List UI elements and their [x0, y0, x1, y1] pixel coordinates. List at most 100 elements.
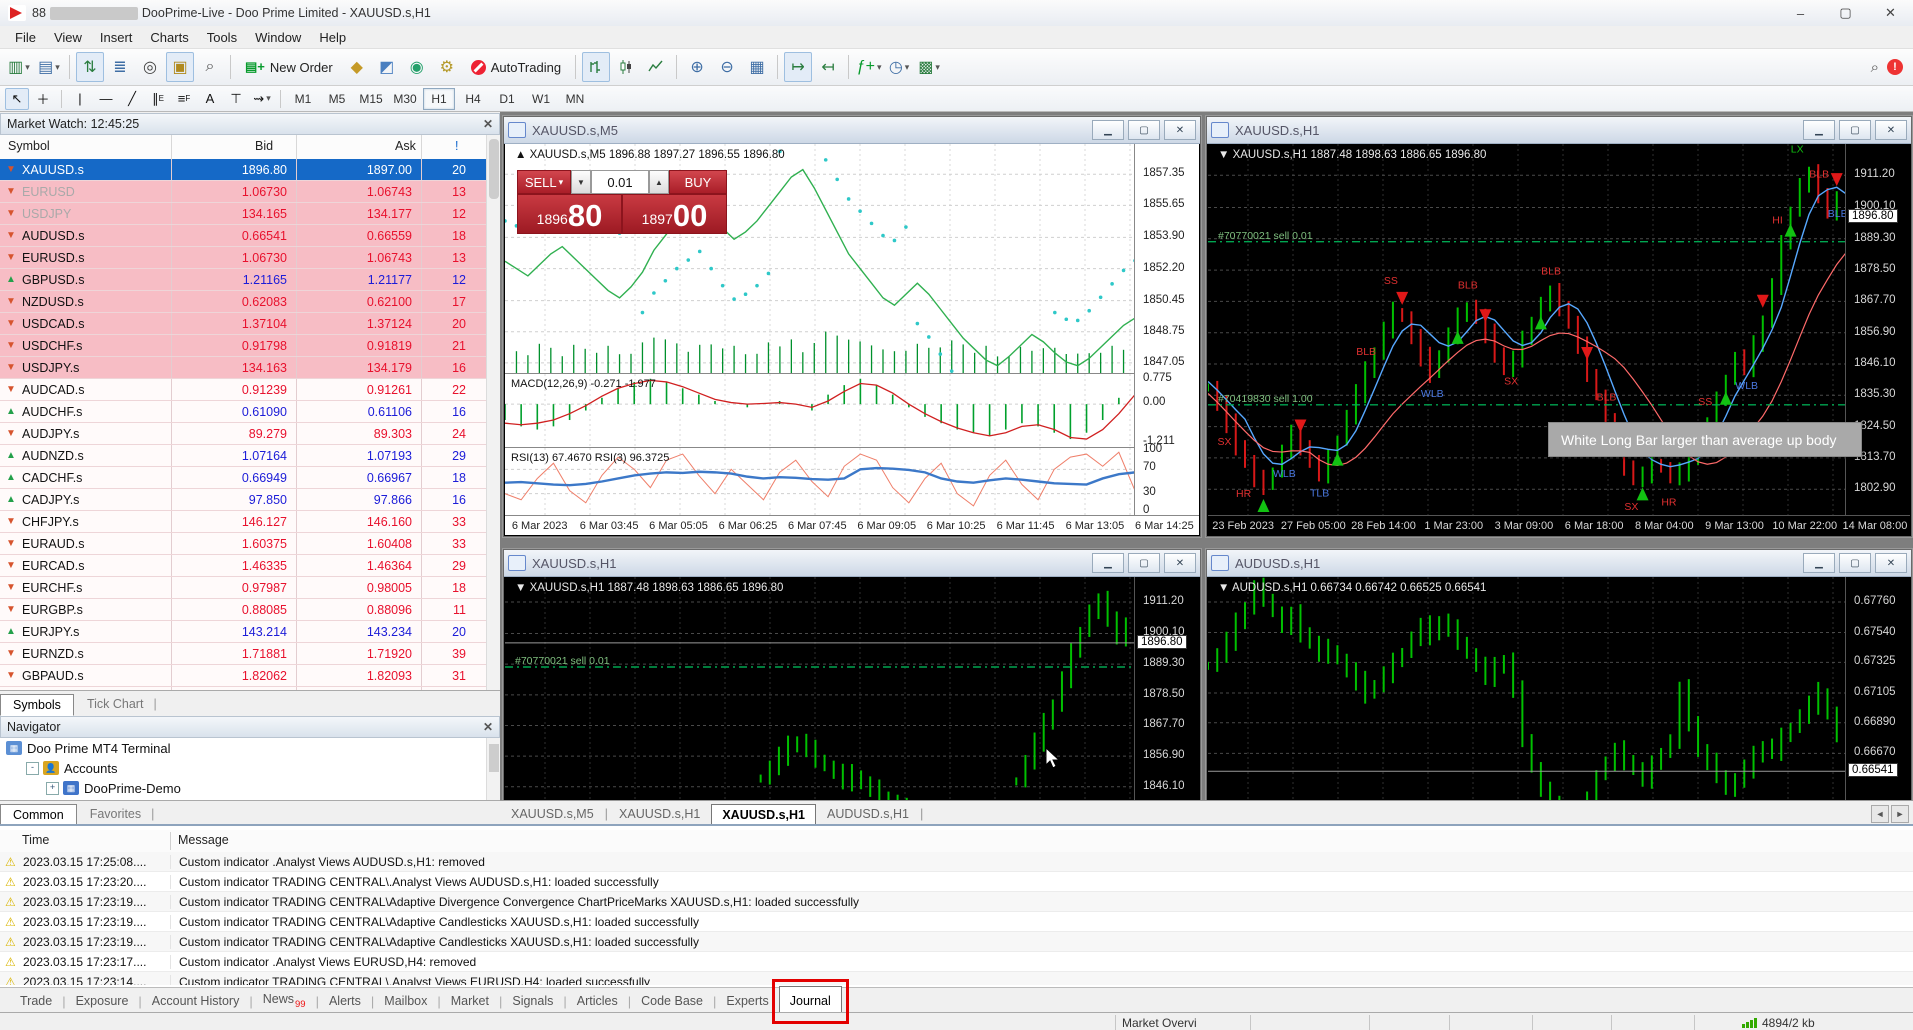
auto-scroll-button[interactable]: ↦	[784, 52, 812, 82]
menu-insert[interactable]: Insert	[91, 28, 142, 47]
timeframe-m30[interactable]: M30	[389, 88, 421, 110]
terminal-tab-trade[interactable]: Trade	[10, 990, 62, 1012]
h1-price-pane[interactable]	[505, 577, 1135, 800]
market-watch-row-eurchf.s[interactable]: ▼EURCHF.s0.979870.9800518	[0, 577, 486, 599]
crosshair-tool[interactable]: ＋	[31, 88, 55, 110]
text-tool[interactable]: A	[198, 88, 222, 110]
horizontal-line-tool[interactable]: —	[94, 88, 118, 110]
timeframe-m5[interactable]: M5	[321, 88, 353, 110]
vertical-line-tool[interactable]: |	[68, 88, 92, 110]
market-watch-row-audjpy.s[interactable]: ▼AUDJPY.s89.27989.30324	[0, 423, 486, 445]
market-watch-scrollbar[interactable]	[486, 135, 501, 690]
timeframe-m15[interactable]: M15	[355, 88, 387, 110]
trade-line-label[interactable]: #70770021 sell 0.01	[515, 655, 610, 667]
market-watch-row-usdcad.s[interactable]: ▼USDCAD.s1.371041.3712420	[0, 313, 486, 335]
fibonacci-tool[interactable]: ≡F	[172, 88, 196, 110]
col-ask[interactable]: Ask	[395, 139, 416, 153]
col-message[interactable]: Message	[178, 833, 229, 847]
timeframe-mn[interactable]: MN	[559, 88, 591, 110]
strategy-tester-toggle[interactable]: ⌕	[196, 52, 224, 82]
chart-restore-button[interactable]: ▢	[1128, 120, 1160, 140]
trade-line-label[interactable]: #70419830 sell 1.00	[1218, 393, 1313, 405]
chart-close-button[interactable]: ✕	[1164, 120, 1196, 140]
market-watch-row-chfjpy.s[interactable]: ▼CHFJPY.s146.127146.16033	[0, 511, 486, 533]
candlestick-mode-button[interactable]	[612, 52, 640, 82]
sell-button[interactable]: SELL▾	[517, 170, 571, 194]
market-watch-row-gbpusd.s[interactable]: ▲GBPUSD.s1.211651.2117712	[0, 269, 486, 291]
terminal-tab-experts[interactable]: Experts	[716, 990, 778, 1012]
market-watch-row-usdjpy[interactable]: ▼USDJPY134.165134.17712	[0, 203, 486, 225]
market-watch-row-audcad.s[interactable]: ▼AUDCAD.s0.912390.9126122	[0, 379, 486, 401]
new-order-button[interactable]: ▤+ New Order	[236, 52, 342, 82]
volume-decrease-button[interactable]: ▼	[571, 170, 591, 194]
autotrading-button[interactable]: AutoTrading	[462, 52, 570, 82]
signals-icon[interactable]: ◉	[403, 52, 431, 82]
menu-tools[interactable]: Tools	[198, 28, 246, 47]
indicators-button[interactable]: ƒ+▾	[855, 52, 883, 82]
market-watch-close-icon[interactable]: ✕	[483, 117, 493, 131]
market-watch-row-cadchf.s[interactable]: ▲CADCHF.s0.669490.6696718	[0, 467, 486, 489]
navigator-scrollbar[interactable]	[486, 738, 501, 800]
search-icon[interactable]: ⌕	[1871, 59, 1879, 76]
buy-price-display[interactable]: 189700	[622, 194, 727, 234]
chart-window-titlebar[interactable]: XAUUSD.s,H1 ▁ ▢ ✕	[1207, 117, 1911, 144]
tab-scroll-left-icon[interactable]: ◄	[1871, 805, 1889, 823]
expand-icon[interactable]: +	[46, 782, 59, 795]
line-chart-mode-button[interactable]	[642, 52, 670, 82]
chart-tab-0[interactable]: XAUUSD.s,M5	[500, 803, 605, 825]
chart-close-button[interactable]: ✕	[1875, 553, 1907, 573]
market-watch-row-eurusd.s[interactable]: ▼EURUSD.s1.067301.0674313	[0, 247, 486, 269]
close-button[interactable]: ✕	[1868, 1, 1913, 26]
market-watch-row-xauusd.s[interactable]: ▼XAUUSD.s1896.801897.0020	[0, 159, 486, 181]
arrows-tool[interactable]: ⇝▾	[250, 88, 274, 110]
chart-tab-3[interactable]: AUDUSD.s,H1	[816, 803, 920, 825]
col-bid[interactable]: Bid	[255, 139, 273, 153]
timeframe-h4[interactable]: H4	[457, 88, 489, 110]
chart-window-audusd-h1[interactable]: AUDUSD.s,H1 ▁ ▢ ✕ ▼ AUDUSD.s,H1 0.66734 …	[1206, 549, 1912, 802]
tab-common[interactable]: Common	[0, 804, 77, 826]
chart-minimize-button[interactable]: ▁	[1092, 553, 1124, 573]
cursor-tool[interactable]: ↖	[5, 88, 29, 110]
market-watch-row-eurgbp.s[interactable]: ▼EURGBP.s0.880850.8809611	[0, 599, 486, 621]
zoom-out-button[interactable]: ⊖	[713, 52, 741, 82]
bar-chart-mode-button[interactable]	[582, 52, 610, 82]
market-watch-row-usdjpy.s[interactable]: ▼USDJPY.s134.163134.17916	[0, 357, 486, 379]
col-time[interactable]: Time	[22, 833, 49, 847]
chart-window-titlebar[interactable]: XAUUSD.s,M5 ▁ ▢ ✕	[504, 117, 1200, 144]
profiles-button[interactable]: ▤▾	[35, 52, 63, 82]
volume-input[interactable]: 0.01	[591, 170, 649, 194]
terminal-toggle[interactable]: ▣	[166, 52, 194, 82]
chart-window-titlebar[interactable]: XAUUSD.s,H1 ▁ ▢ ✕	[504, 550, 1200, 577]
zoom-in-button[interactable]: ⊕	[683, 52, 711, 82]
navigator-close-icon[interactable]: ✕	[483, 720, 493, 734]
tab-scroll-right-icon[interactable]: ►	[1891, 805, 1909, 823]
channel-tool[interactable]: ∥E	[146, 88, 170, 110]
chart-close-button[interactable]: ✕	[1164, 553, 1196, 573]
chart-minimize-button[interactable]: ▁	[1092, 120, 1124, 140]
timeframe-m1[interactable]: M1	[287, 88, 319, 110]
chart-window-xauusd-m5[interactable]: XAUUSD.s,M5 ▁ ▢ ✕ ▲ XAUUSD.s,M5 1896.88 …	[503, 116, 1201, 537]
menu-help[interactable]: Help	[310, 28, 355, 47]
terminal-tab-account-history[interactable]: Account History	[142, 990, 250, 1012]
timeframe-d1[interactable]: D1	[491, 88, 523, 110]
market-watch-row-audusd.s[interactable]: ▼AUDUSD.s0.665410.6655918	[0, 225, 486, 247]
chart-shift-button[interactable]: ↤	[814, 52, 842, 82]
market-watch-row-eurjpy.s[interactable]: ▲EURJPY.s143.214143.23420	[0, 621, 486, 643]
navigator-item-doo-prime-mt4-terminal[interactable]: ▦Doo Prime MT4 Terminal	[0, 738, 486, 758]
market-watch-row-euraud.s[interactable]: ▼EURAUD.s1.603751.6040833	[0, 533, 486, 555]
terminal-tab-exposure[interactable]: Exposure	[66, 990, 139, 1012]
market-watch-toggle[interactable]: ⇅	[76, 52, 104, 82]
journal-row[interactable]: ⚠2023.03.15 17:23:17....Custom indicator…	[0, 952, 1913, 972]
market-watch-row-eurnzd.s[interactable]: ▼EURNZD.s1.718811.7192039	[0, 643, 486, 665]
journal-row[interactable]: ⚠2023.03.15 17:23:19....Custom indicator…	[0, 892, 1913, 912]
h1-price-pane[interactable]: SXHRWLBTLBBLBSSWLBBLBSXBLBBLBSXHRSSWLBHI…	[1208, 144, 1846, 515]
timeframe-h1[interactable]: H1	[423, 88, 455, 110]
journal-row[interactable]: ⚠2023.03.15 17:25:08....Custom indicator…	[0, 852, 1913, 872]
timeframe-w1[interactable]: W1	[525, 88, 557, 110]
buy-button[interactable]: BUY	[669, 170, 727, 194]
chart-restore-button[interactable]: ▢	[1128, 553, 1160, 573]
navigator-item-accounts[interactable]: -👤Accounts	[0, 758, 486, 778]
tab-favorites[interactable]: Favorites|	[77, 803, 168, 825]
chart-restore-button[interactable]: ▢	[1839, 120, 1871, 140]
chart-window-xauusd-h1-top[interactable]: XAUUSD.s,H1 ▁ ▢ ✕ ▼ XAUUSD.s,H1 1887.48 …	[1206, 116, 1912, 537]
